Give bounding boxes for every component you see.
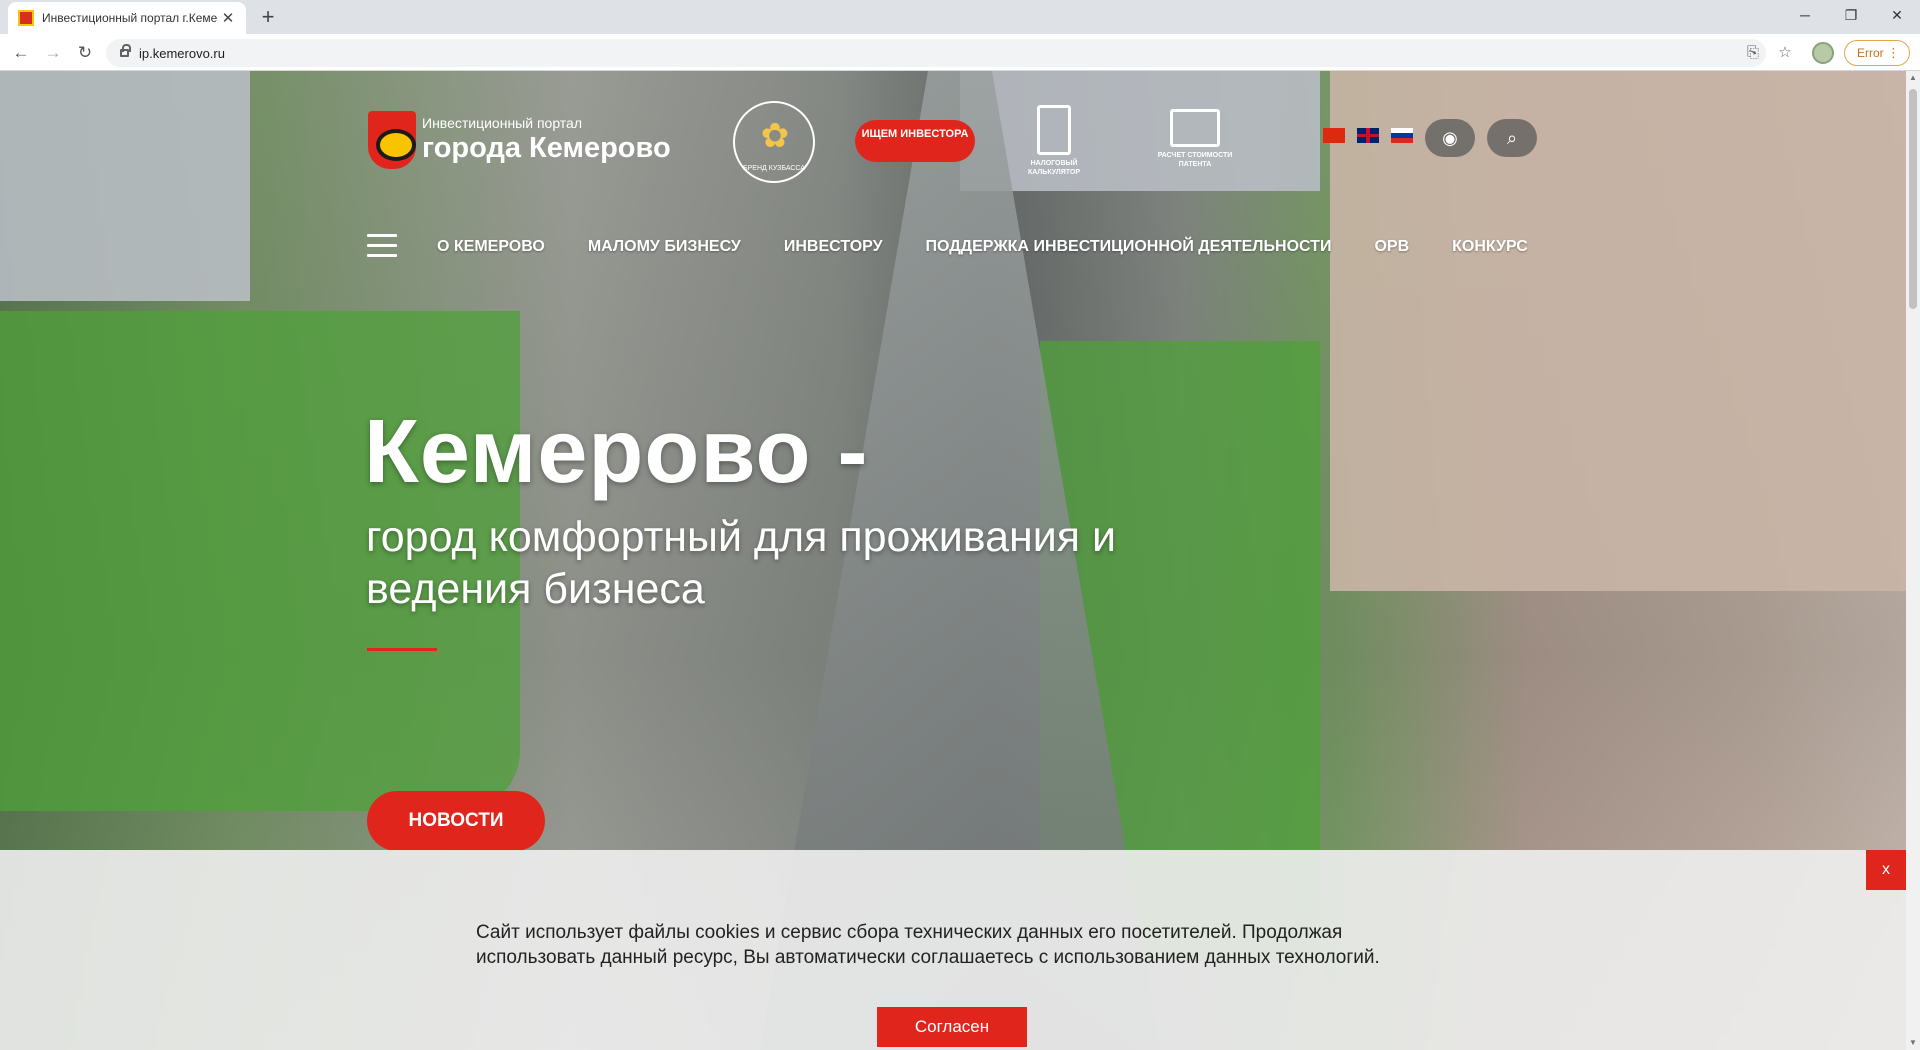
forward-arrow-icon[interactable]: → bbox=[40, 40, 66, 66]
hero-divider bbox=[367, 648, 437, 651]
eye-icon[interactable]: ◉ bbox=[1425, 119, 1475, 157]
close-window-button[interactable]: ✕ bbox=[1874, 0, 1920, 30]
nav-item-investor[interactable]: ИНВЕСТОРУ bbox=[784, 238, 883, 256]
flag-uk-icon[interactable] bbox=[1357, 128, 1379, 143]
logo-title: города Кемерово bbox=[422, 132, 671, 164]
error-label: Error bbox=[1857, 46, 1884, 60]
tab-close-icon[interactable]: ✕ bbox=[220, 9, 236, 27]
brand-kuzbass-badge[interactable]: ✿ БРЕНД КУЗБАССА bbox=[733, 101, 815, 183]
tax-calculator-link[interactable]: НАЛОГОВЫЙ КАЛЬКУЛЯТОР bbox=[1026, 105, 1082, 177]
cookie-banner: x Сайт использует файлы cookies и сервис… bbox=[0, 850, 1906, 1050]
hero-subtitle: город комфортный для проживания и ведени… bbox=[366, 513, 1117, 613]
reload-icon[interactable]: ↻ bbox=[72, 40, 98, 66]
cookie-accept-button[interactable]: Согласен bbox=[877, 1007, 1027, 1047]
menu-burger-icon[interactable] bbox=[367, 234, 397, 258]
nav-item-support[interactable]: ПОДДЕРЖКА ИНВЕСТИЦИОННОЙ ДЕЯТЕЛЬНОСТИ bbox=[926, 238, 1332, 256]
scrollbar-thumb[interactable] bbox=[1909, 89, 1917, 309]
translate-icon[interactable]: ⎘ bbox=[1740, 40, 1766, 66]
patent-calculator-label: РАСЧЕТ СТОИМОСТИ ПАТЕНТА bbox=[1157, 152, 1233, 168]
brand-caption: БРЕНД КУЗБАССА bbox=[743, 165, 805, 172]
site-logo[interactable]: Инвестиционный портал города Кемерово bbox=[368, 111, 671, 169]
scroll-down-icon[interactable]: ▼ bbox=[1906, 1036, 1920, 1050]
site-favicon-icon bbox=[18, 10, 34, 26]
bookmark-star-icon[interactable]: ☆ bbox=[1772, 40, 1798, 66]
brand-leaf-icon: ✿ bbox=[760, 117, 790, 155]
error-button[interactable]: Error ⋮ bbox=[1844, 40, 1910, 66]
profile-avatar[interactable] bbox=[1812, 42, 1834, 64]
main-navigation: О КЕМЕРОВО МАЛОМУ БИЗНЕСУ ИНВЕСТОРУ ПОДД… bbox=[437, 238, 1571, 256]
page-scrollbar[interactable]: ▲ ▼ bbox=[1906, 71, 1920, 1050]
page-viewport: Инвестиционный портал города Кемерово ✿ … bbox=[0, 71, 1906, 1050]
cookie-close-button[interactable]: x bbox=[1866, 850, 1906, 890]
browser-tab[interactable]: Инвестиционный портал г.Кеме ✕ bbox=[8, 2, 246, 34]
scroll-up-icon[interactable]: ▲ bbox=[1906, 71, 1920, 85]
nav-item-orv[interactable]: ОРВ bbox=[1374, 238, 1409, 256]
minimize-button[interactable]: ─ bbox=[1782, 0, 1828, 30]
nav-item-about[interactable]: О КЕМЕРОВО bbox=[437, 238, 545, 256]
patent-document-icon bbox=[1170, 109, 1220, 147]
nav-item-contest[interactable]: КОНКУРС bbox=[1452, 238, 1528, 256]
background-building bbox=[0, 71, 250, 301]
back-arrow-icon[interactable]: ← bbox=[8, 40, 34, 66]
flag-russia-icon[interactable] bbox=[1391, 128, 1413, 143]
new-tab-button[interactable]: + bbox=[254, 4, 282, 32]
maximize-button[interactable]: ❐ bbox=[1828, 0, 1874, 30]
hero-title: Кемерово - bbox=[364, 402, 869, 502]
browser-toolbar: ← → ↻ ip.kemerovo.ru ⎘ ☆ Error ⋮ bbox=[0, 34, 1920, 71]
background-building bbox=[1330, 71, 1906, 591]
lock-icon bbox=[120, 44, 131, 57]
calculator-document-icon bbox=[1037, 105, 1071, 155]
flag-china-icon[interactable] bbox=[1323, 128, 1345, 143]
url-text: ip.kemerovo.ru bbox=[139, 45, 225, 61]
cookie-message: Сайт использует файлы cookies и сервис с… bbox=[476, 922, 1380, 968]
browser-tab-bar: Инвестиционный портал г.Кеме ✕ + ─ ❐ ✕ bbox=[0, 0, 1920, 34]
nav-item-small-business[interactable]: МАЛОМУ БИЗНЕСУ bbox=[588, 238, 741, 256]
patent-calculator-link[interactable]: РАСЧЕТ СТОИМОСТИ ПАТЕНТА bbox=[1150, 109, 1240, 169]
address-bar[interactable]: ip.kemerovo.ru bbox=[106, 39, 1766, 67]
logo-subtitle: Инвестиционный портал bbox=[422, 115, 583, 131]
coat-of-arms-icon bbox=[368, 111, 416, 169]
seeking-investor-button[interactable]: ИЩЕМ ИНВЕСТОРА bbox=[855, 120, 975, 162]
menu-dots-icon: ⋮ bbox=[1887, 45, 1900, 60]
tax-calculator-label: НАЛОГОВЫЙ КАЛЬКУЛЯТОР bbox=[1027, 160, 1081, 176]
background-building bbox=[960, 71, 1320, 191]
news-button[interactable]: НОВОСТИ bbox=[367, 791, 545, 851]
search-icon[interactable]: ⌕ bbox=[1487, 119, 1537, 157]
tab-title: Инвестиционный портал г.Кеме bbox=[42, 11, 218, 25]
